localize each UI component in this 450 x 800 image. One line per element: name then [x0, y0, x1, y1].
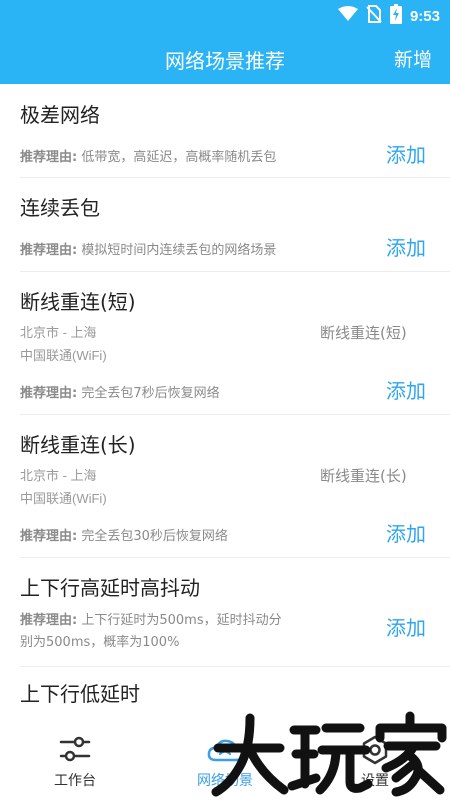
scene-reason: 推荐理由: 低带宽，高延迟，高概率随机丢包: [20, 147, 276, 169]
nav-workbench[interactable]: 工作台: [0, 710, 150, 800]
reason-text: 低带宽，高延迟，高概率随机丢包: [81, 150, 277, 165]
scene-card-reconnect-short[interactable]: 断线重连(短) 北京市 - 上海 中国联通(WiFi) 断线重连(短) 推荐理由…: [20, 272, 450, 415]
scene-route: 北京市 - 上海: [20, 325, 97, 340]
scene-mode: 断线重连(长): [320, 467, 407, 485]
status-time: 9:53: [409, 7, 440, 25]
scene-mode: 断线重连(短): [320, 324, 407, 342]
reason-label: 推荐理由:: [20, 529, 78, 544]
scene-route: 北京市 - 上海: [20, 468, 97, 483]
add-button[interactable]: 添加: [386, 139, 426, 168]
reason-label: 推荐理由:: [20, 150, 78, 165]
status-bar: 9:53: [0, 0, 450, 32]
add-button[interactable]: 添加: [386, 518, 426, 547]
wifi-icon: [337, 6, 358, 26]
scene-reason: 推荐理由: 完全丢包30秒后恢复网络: [20, 526, 228, 548]
add-button[interactable]: 添加: [386, 612, 426, 641]
scene-title: 连续丢包: [20, 196, 100, 220]
watermark-logo: [210, 708, 450, 800]
nav-label: 工作台: [54, 773, 96, 789]
reason-label: 推荐理由:: [20, 243, 78, 258]
scene-reason-continued: 别为500ms，概率为100%: [20, 635, 180, 650]
reason-text: 上下行延时为500ms，延时抖动分: [81, 613, 282, 628]
scene-reason: 推荐理由: 完全丢包7秒后恢复网络: [20, 383, 220, 405]
scene-card-poor-network[interactable]: 极差网络 推荐理由: 低带宽，高延迟，高概率随机丢包 添加: [20, 84, 450, 178]
add-button[interactable]: 添加: [386, 232, 426, 261]
sliders-icon: [55, 734, 95, 766]
app-bar: 网络场景推荐 新增: [0, 32, 450, 84]
scene-title: 极差网络: [20, 103, 100, 127]
scene-list[interactable]: 极差网络 推荐理由: 低带宽，高延迟，高概率随机丢包 添加 连续丢包 推荐理由:…: [0, 84, 450, 710]
no-sim-icon: [366, 5, 382, 27]
reason-text: 完全丢包30秒后恢复网络: [81, 529, 228, 544]
page-title: 网络场景推荐: [165, 49, 285, 73]
reason-text: 完全丢包7秒后恢复网络: [81, 386, 220, 401]
reason-label: 推荐理由:: [20, 613, 78, 628]
scene-title: 上下行高延时高抖动: [20, 576, 200, 600]
scene-title: 上下行低延时: [20, 682, 140, 706]
scene-title: 断线重连(短): [20, 290, 136, 314]
scene-card-reconnect-long[interactable]: 断线重连(长) 北京市 - 上海 中国联通(WiFi) 断线重连(长) 推荐理由…: [20, 415, 450, 558]
scene-carrier: 中国联通(WiFi): [20, 491, 107, 506]
scene-card-continuous-loss[interactable]: 连续丢包 推荐理由: 模拟短时间内连续丢包的网络场景 添加: [20, 178, 450, 272]
scene-title: 断线重连(长): [20, 433, 136, 457]
reason-text: 模拟短时间内连续丢包的网络场景: [81, 243, 277, 258]
scene-card-low-latency[interactable]: 上下行低延时: [20, 667, 450, 710]
scene-reason: 推荐理由: 模拟短时间内连续丢包的网络场景: [20, 240, 276, 262]
scene-carrier: 中国联通(WiFi): [20, 348, 107, 363]
reason-label: 推荐理由:: [20, 386, 78, 401]
battery-charging-icon: [389, 4, 402, 28]
scene-card-high-latency-jitter[interactable]: 上下行高延时高抖动 推荐理由: 上下行延时为500ms，延时抖动分 别为500m…: [20, 558, 450, 667]
add-button[interactable]: 添加: [386, 375, 426, 404]
status-icons: 9:53: [337, 4, 440, 28]
add-new-button[interactable]: 新增: [394, 45, 432, 72]
scene-reason: 推荐理由: 上下行延时为500ms，延时抖动分: [20, 610, 282, 632]
